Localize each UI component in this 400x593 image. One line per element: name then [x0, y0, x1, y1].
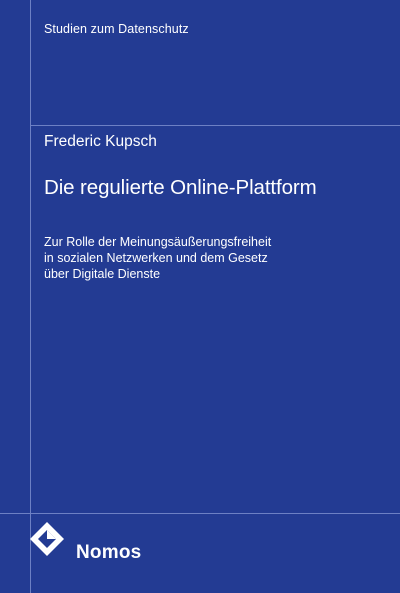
- book-title: Die regulierte Online-Plattform: [44, 176, 317, 199]
- subtitle-line: Zur Rolle der Meinungsäußerungsfreiheit: [44, 235, 272, 249]
- subtitle-line: über Digitale Dienste: [44, 267, 161, 281]
- top-horizontal-rule: [30, 125, 400, 126]
- book-subtitle: Zur Rolle der Meinungsäußerungsfreiheit …: [44, 234, 364, 282]
- vertical-rule: [30, 0, 31, 593]
- nomos-diamond-logo-icon: [30, 522, 64, 556]
- book-cover: Studien zum Datenschutz Frederic Kupsch …: [0, 0, 400, 593]
- subtitle-line: in sozialen Netzwerken und dem Gesetz: [44, 251, 268, 265]
- author-name: Frederic Kupsch: [44, 133, 157, 150]
- series-title: Studien zum Datenschutz: [44, 22, 189, 36]
- bottom-horizontal-rule: [0, 513, 400, 514]
- publisher-name: Nomos: [76, 542, 142, 563]
